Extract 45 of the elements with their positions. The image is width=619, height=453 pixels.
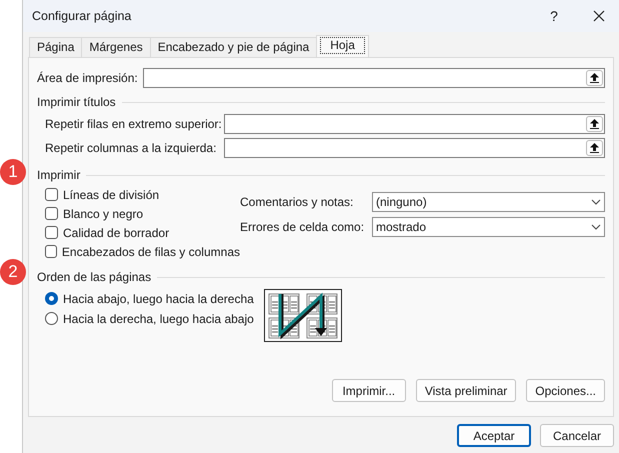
callout-badge: 1 [0, 159, 26, 185]
field-label: Repetir filas en extremo superior: [45, 117, 223, 131]
upload-icon [590, 143, 599, 153]
tab[interactable]: Hoja [316, 35, 369, 57]
tab[interactable]: Página [29, 37, 82, 57]
checkbox-label: Calidad de borrador [63, 226, 170, 240]
radio-button[interactable] [45, 292, 58, 305]
field-label: Repetir columnas a la izquierda: [45, 141, 218, 155]
range-field[interactable] [224, 114, 605, 134]
chevron-icon [591, 199, 601, 205]
chevron-icon [591, 224, 601, 230]
dialog-button[interactable]: Opciones... [526, 379, 605, 402]
collapse-button[interactable] [586, 140, 603, 156]
checkbox[interactable] [45, 207, 58, 220]
print-area-field[interactable] [143, 68, 605, 88]
checkbox-label: Blanco y negro [63, 206, 144, 220]
close-icon [593, 10, 605, 22]
window-title: Configurar página [32, 9, 132, 23]
checkbox-label: Líneas de división [63, 188, 160, 202]
cancel-button[interactable]: Cancelar [540, 424, 614, 447]
radio-label: Hacia la derecha, luego hacia abajo [63, 312, 254, 326]
checkbox[interactable] [45, 226, 58, 239]
section-title: Orden de las páginas [37, 270, 152, 284]
dropdown-label: Errores de celda como: [240, 220, 366, 234]
collapse-button[interactable] [586, 70, 603, 86]
ok-button[interactable]: Aceptar [457, 424, 531, 447]
checkbox[interactable] [45, 188, 58, 201]
radio-button[interactable] [45, 312, 58, 325]
upload-icon [590, 73, 599, 83]
radio-label: Hacia abajo, luego hacia la derecha [63, 292, 254, 306]
dropdown[interactable]: (ninguno) [372, 192, 605, 212]
range-field[interactable] [224, 138, 605, 158]
dropdown[interactable]: mostrado [372, 217, 605, 237]
checkbox-label: Encabezados de filas y columnas [62, 244, 240, 258]
dropdown-label: Comentarios y notas: [240, 195, 354, 209]
dialog-button[interactable]: Imprimir... [332, 379, 406, 402]
section-title: Imprimir títulos [37, 95, 116, 109]
dialog-button[interactable]: Vista preliminar [416, 379, 516, 402]
collapse-button[interactable] [586, 116, 603, 132]
callout-badge: 2 [0, 259, 26, 285]
upload-icon [590, 119, 599, 129]
checkbox[interactable] [45, 245, 57, 258]
help-button[interactable]: ? [532, 8, 576, 24]
section-title: Imprimir [37, 168, 80, 182]
field-label: Área de impresión: [37, 71, 139, 85]
